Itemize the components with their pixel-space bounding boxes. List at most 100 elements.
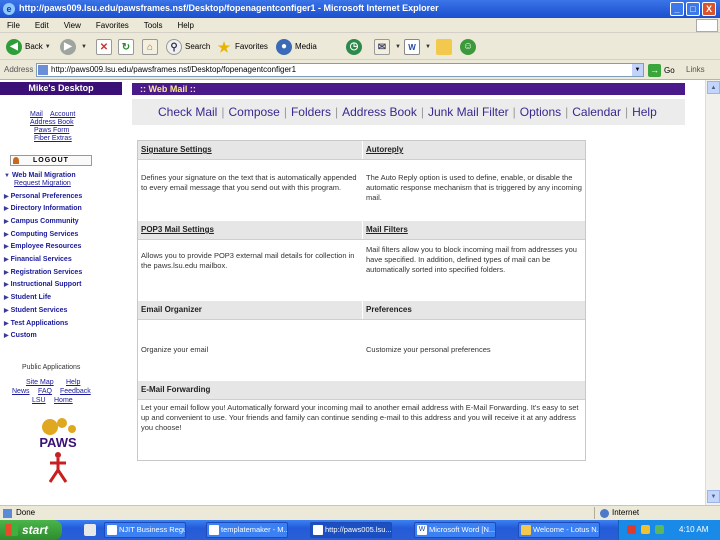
scroll-down-icon[interactable]: ▼ — [707, 490, 720, 503]
word-button[interactable]: W ▼ — [404, 37, 431, 56]
search-button[interactable]: ⚲ Search — [166, 37, 210, 56]
tab-address-book[interactable]: Address Book — [342, 105, 417, 119]
nav-directory-information[interactable]: ▶ Directory Information — [4, 205, 82, 212]
tab-folders[interactable]: Folders — [291, 105, 331, 119]
address-book-link[interactable]: Address Book — [30, 119, 74, 126]
messenger-button[interactable]: ☺ — [460, 37, 479, 56]
refresh-button[interactable]: ↻ — [118, 37, 137, 56]
vertical-scrollbar[interactable]: ▲ ▼ — [705, 80, 720, 505]
home-button[interactable]: ⌂ — [142, 37, 161, 56]
pop3-mail-settings-heading[interactable]: POP3 Mail Settings — [138, 221, 362, 239]
nav-registration-services[interactable]: ▶ Registration Services — [4, 269, 82, 276]
autoreply-heading[interactable]: Autoreply — [363, 141, 585, 159]
help-link[interactable]: Help — [66, 379, 80, 386]
nav-test-applications[interactable]: ▶ Test Applications — [4, 320, 68, 327]
web-mail-tabs: Check Mail | Compose | Folders | Address Bo… — [132, 99, 685, 125]
news-link[interactable]: News — [12, 388, 30, 395]
mail-filters-link[interactable]: Mail Filters — [366, 225, 408, 234]
media-button[interactable]: ● Media — [276, 37, 317, 56]
faq-link[interactable]: FAQ — [38, 388, 52, 395]
nav-student-life[interactable]: ▶ Student Life — [4, 294, 51, 301]
word-dropdown-icon[interactable]: ▼ — [425, 44, 431, 50]
email-organizer-heading[interactable]: Email Organizer — [138, 301, 362, 319]
back-dropdown-icon[interactable]: ▼ — [45, 44, 51, 50]
forward-dropdown-icon[interactable]: ▼ — [81, 44, 87, 50]
tab-options[interactable]: Options — [520, 105, 561, 119]
preferences-heading[interactable]: Preferences — [363, 301, 585, 319]
pop3-mail-settings-link[interactable]: POP3 Mail Settings — [141, 225, 214, 234]
email-forwarding-heading[interactable]: E-Mail Forwarding — [138, 381, 585, 399]
tray-network-icon[interactable] — [655, 525, 664, 534]
menu-view[interactable]: View — [64, 18, 81, 33]
back-button[interactable]: ◀ Back ▼ — [6, 37, 51, 56]
scroll-up-icon[interactable]: ▲ — [707, 81, 720, 94]
nav-custom[interactable]: ▶ Custom — [4, 332, 37, 339]
go-button[interactable]: → Go — [648, 63, 675, 77]
status-divider — [594, 507, 595, 519]
window-title: http://paws009.lsu.edu/pawsframes.nsf/De… — [19, 3, 439, 13]
tab-junk-mail-filter[interactable]: Junk Mail Filter — [428, 105, 509, 119]
feedback-link[interactable]: Feedback — [60, 388, 91, 395]
address-dropdown-icon[interactable]: ▼ — [632, 64, 643, 76]
preferences-link[interactable]: Preferences — [366, 305, 412, 314]
links-button[interactable]: Links — [686, 65, 705, 74]
email-organizer-link[interactable]: Email Organizer — [141, 305, 202, 314]
tab-calendar[interactable]: Calendar — [572, 105, 621, 119]
menu-favorites[interactable]: Favorites — [96, 18, 129, 33]
favorites-button[interactable]: ★ Favorites — [216, 37, 268, 56]
menu-tools[interactable]: Tools — [144, 18, 163, 33]
nav-computing-services[interactable]: ▶ Computing Services — [4, 231, 78, 238]
task-lotus-notes[interactable]: Welcome - Lotus N... — [518, 522, 600, 538]
tab-check-mail[interactable]: Check Mail — [158, 105, 217, 119]
divider — [138, 159, 585, 160]
nav-student-services[interactable]: ▶ Student Services — [4, 307, 67, 314]
signature-settings-link[interactable]: Signature Settings — [141, 145, 212, 154]
nav-web-mail-migration[interactable]: ▼ Web Mail Migration — [4, 172, 76, 179]
address-input[interactable]: http://paws009.lsu.edu/pawsframes.nsf/De… — [36, 63, 644, 77]
start-button[interactable]: start — [0, 520, 62, 540]
task-paws-browser[interactable]: http://paws005.lsu... — [310, 522, 392, 538]
nav-request-migration[interactable]: Request Migration — [14, 180, 71, 187]
nav-item-label: Financial Services — [10, 256, 72, 263]
site-map-link[interactable]: Site Map — [26, 379, 54, 386]
taskbar: start NJIT Business Regu... templatemake… — [0, 520, 720, 540]
task-templatemaker[interactable]: templatemaker - M... — [206, 522, 288, 538]
signature-settings-heading[interactable]: Signature Settings — [138, 141, 362, 159]
paws-form-link[interactable]: Paws Form — [34, 127, 69, 134]
nav-personal-preferences[interactable]: ▶ Personal Preferences — [4, 193, 82, 200]
mail-filters-heading[interactable]: Mail Filters — [363, 221, 585, 239]
account-link[interactable]: Account — [50, 111, 75, 118]
minimize-button[interactable]: _ — [670, 2, 684, 16]
tab-help[interactable]: Help — [632, 105, 657, 119]
lsu-link[interactable]: LSU — [32, 397, 46, 404]
mail-link[interactable]: Mail — [30, 111, 43, 118]
mail-button[interactable]: ✉ ▼ — [374, 37, 401, 56]
stop-button[interactable]: ✕ — [96, 37, 115, 56]
nav-instructional-support[interactable]: ▶ Instructional Support — [4, 281, 81, 288]
nav-item-label: Web Mail Migration — [11, 172, 76, 179]
task-microsoft-word[interactable]: W Microsoft Word [N... — [414, 522, 496, 538]
logout-button[interactable]: LOGOUT — [10, 155, 92, 166]
history-button[interactable]: ◷ — [346, 37, 365, 56]
nav-campus-community[interactable]: ▶ Campus Community — [4, 218, 79, 225]
show-desktop-icon[interactable] — [84, 524, 96, 536]
close-button[interactable]: X — [702, 2, 716, 16]
autoreply-link[interactable]: Autoreply — [366, 145, 403, 154]
mail-dropdown-icon[interactable]: ▼ — [395, 44, 401, 50]
menu-help[interactable]: Help — [177, 18, 193, 33]
home-link[interactable]: Home — [54, 397, 73, 404]
tab-compose[interactable]: Compose — [228, 105, 279, 119]
tray-app-icon[interactable] — [627, 525, 636, 534]
nav-financial-services[interactable]: ▶ Financial Services — [4, 256, 72, 263]
email-forwarding-link[interactable]: E-Mail Forwarding — [141, 385, 210, 394]
tray-volume-icon[interactable] — [641, 525, 650, 534]
fiber-extras-link[interactable]: Fiber Extras — [34, 135, 72, 142]
nav-item-label: Instructional Support — [10, 281, 82, 288]
menu-file[interactable]: File — [7, 18, 20, 33]
maximize-button[interactable]: □ — [686, 2, 700, 16]
forward-button[interactable]: ▶ ▼ — [60, 37, 87, 56]
folder-button[interactable] — [436, 37, 455, 56]
task-njit-business[interactable]: NJIT Business Regu... — [104, 522, 186, 538]
nav-employee-resources[interactable]: ▶ Employee Resources — [4, 243, 81, 250]
menu-edit[interactable]: Edit — [35, 18, 49, 33]
